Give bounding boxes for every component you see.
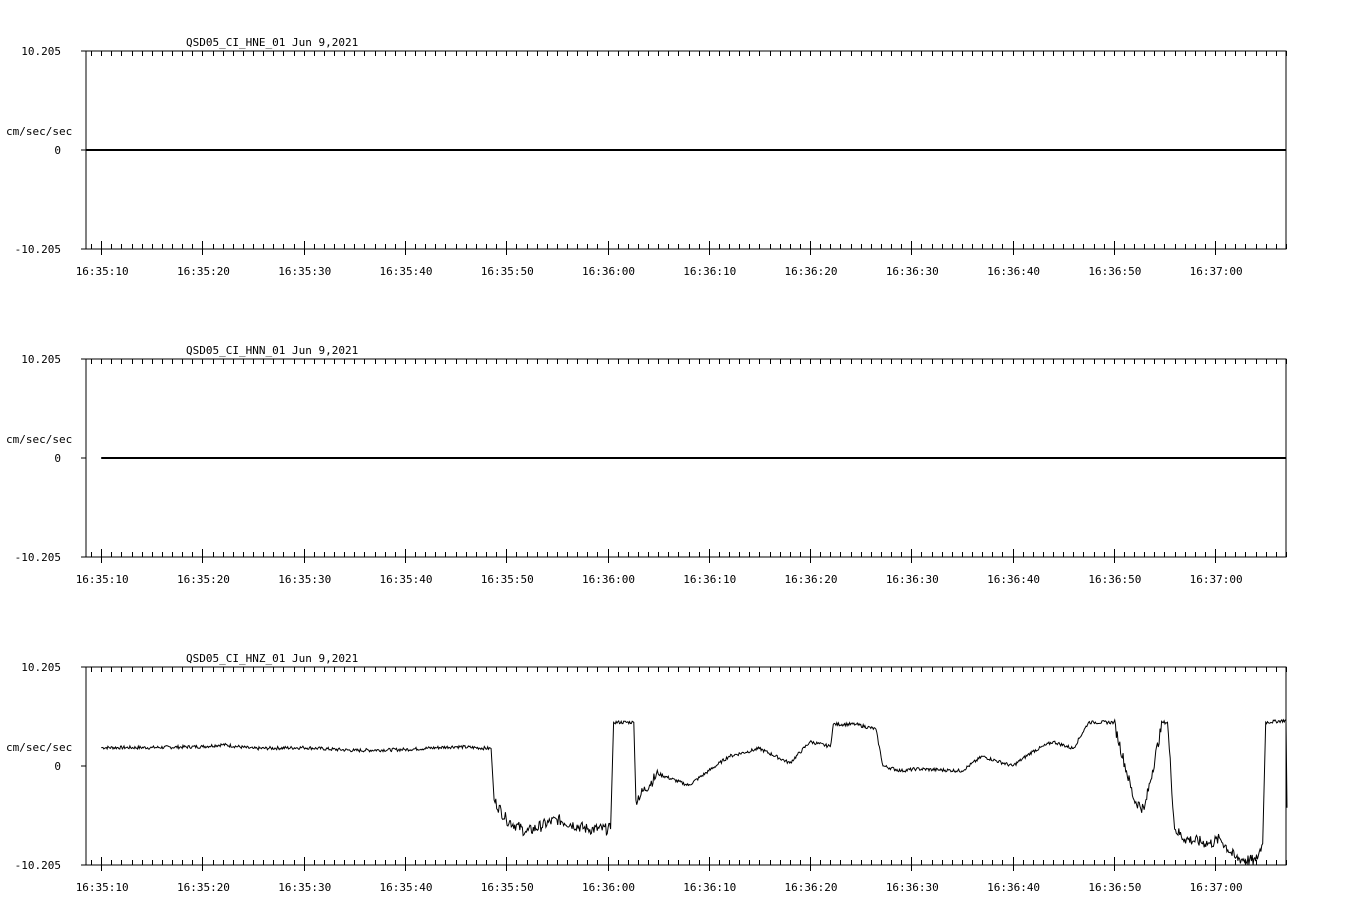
- x-tick-label: 16:37:00: [1190, 265, 1243, 278]
- x-tick-label: 16:35:10: [76, 265, 129, 278]
- x-tick-label: 16:36:20: [785, 881, 838, 894]
- x-tick-label: 16:36:30: [886, 573, 939, 586]
- x-tick-label: 16:36:00: [582, 573, 635, 586]
- x-tick-label: 16:36:40: [987, 573, 1040, 586]
- x-tick-label: 16:36:30: [886, 265, 939, 278]
- y-axis-label: cm/sec/sec: [6, 125, 72, 138]
- x-tick-label: 16:35:40: [379, 265, 432, 278]
- seismogram-panel-hnn: QSD05_CI_HNN_01 Jun 9,2021 10.205 0 -10.205…: [6, 344, 1287, 586]
- y-tick-label: 0: [54, 760, 61, 773]
- x-tick-label: 16:36:00: [582, 881, 635, 894]
- y-axis-label: cm/sec/sec: [6, 741, 72, 754]
- x-tick-label: 16:35:50: [481, 573, 534, 586]
- chart-title: QSD05_CI_HNZ_01 Jun 9,2021: [186, 652, 358, 665]
- seismogram-panel-hnz: QSD05_CI_HNZ_01 Jun 9,2021 10.205 0 -10.205…: [6, 652, 1288, 894]
- y-tick-label: 10.205: [21, 45, 61, 58]
- y-tick-label: -10.205: [15, 551, 61, 564]
- x-tick-label: 16:36:10: [683, 573, 736, 586]
- y-tick-label: 10.205: [21, 661, 61, 674]
- x-tick-label: 16:36:50: [1088, 265, 1141, 278]
- x-tick-label: 16:35:40: [379, 573, 432, 586]
- y-tick-label: -10.205: [15, 859, 61, 872]
- x-tick-label: 16:36:20: [785, 265, 838, 278]
- x-tick-label: 16:37:00: [1190, 573, 1243, 586]
- y-axis-label: cm/sec/sec: [6, 433, 72, 446]
- y-tick-label: 0: [54, 144, 61, 157]
- x-tick-label: 16:35:20: [177, 881, 230, 894]
- x-tick-label: 16:35:30: [278, 265, 331, 278]
- x-tick-label: 16:35:30: [278, 881, 331, 894]
- seismogram-panel-hne: QSD05_CI_HNE_01 Jun 9,2021 10.205 0 -10.205…: [6, 36, 1287, 278]
- x-tick-label: 16:35:30: [278, 573, 331, 586]
- plot-frame: [85, 666, 1287, 866]
- y-tick-label: 0: [54, 452, 61, 465]
- x-tick-label: 16:35:50: [481, 265, 534, 278]
- x-tick-label: 16:36:50: [1088, 881, 1141, 894]
- y-tick-label: -10.205: [15, 243, 61, 256]
- x-tick-label: 16:35:10: [76, 881, 129, 894]
- y-tick-label: 10.205: [21, 353, 61, 366]
- x-tick-label: 16:36:20: [785, 573, 838, 586]
- x-tick-label: 16:35:10: [76, 573, 129, 586]
- x-tick-label: 16:36:10: [683, 881, 736, 894]
- chart-title: QSD05_CI_HNE_01 Jun 9,2021: [186, 36, 358, 49]
- waveform-trace: [101, 718, 1288, 866]
- x-tick-label: 16:36:40: [987, 265, 1040, 278]
- seismogram-figure: QSD05_CI_HNE_01 Jun 9,2021 10.205 0 -10.205…: [6, 36, 1288, 894]
- x-tick-label: 16:35:50: [481, 881, 534, 894]
- x-tick-label: 16:36:10: [683, 265, 736, 278]
- x-tick-label: 16:36:30: [886, 881, 939, 894]
- chart-title: QSD05_CI_HNN_01 Jun 9,2021: [186, 344, 358, 357]
- x-tick-label: 16:37:00: [1190, 881, 1243, 894]
- x-tick-label: 16:35:40: [379, 881, 432, 894]
- x-tick-label: 16:36:50: [1088, 573, 1141, 586]
- x-tick-label: 16:36:40: [987, 881, 1040, 894]
- x-tick-label: 16:36:00: [582, 265, 635, 278]
- x-tick-label: 16:35:20: [177, 265, 230, 278]
- x-tick-label: 16:35:20: [177, 573, 230, 586]
